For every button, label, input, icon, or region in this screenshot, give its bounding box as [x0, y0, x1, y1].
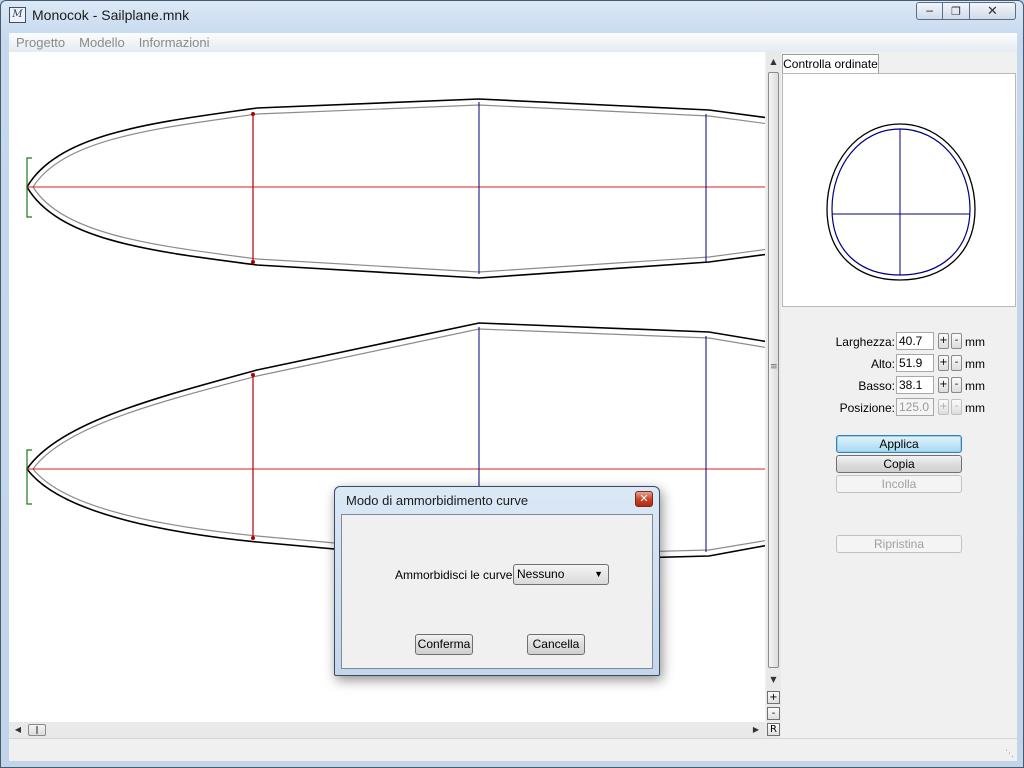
minimize-icon: ─ [926, 4, 933, 18]
menu-modello[interactable]: Modello [72, 35, 132, 50]
tab-controlla-ordinate[interactable]: Controlla ordinate [782, 54, 879, 74]
scroll-grip-icon: ≡ [770, 362, 778, 372]
apply-button[interactable]: Applica [836, 435, 962, 453]
scroll-up-icon[interactable]: ▲ [766, 54, 781, 70]
posizione-increment-button: + [938, 399, 949, 415]
dialog-close-button[interactable]: ✕ [635, 491, 653, 507]
basso-label: Basso: [858, 379, 895, 393]
field-posizione: Posizione: 125.0 + - mm [782, 398, 1017, 418]
caption-buttons: ─ ❐ ✕ [916, 2, 1016, 20]
side-view-former-1-handle-top[interactable] [251, 373, 255, 377]
side-view-nose-marker[interactable] [26, 449, 32, 505]
chevron-down-icon: ▼ [594, 569, 603, 579]
former-outline-inner [831, 128, 971, 276]
menu-informazioni[interactable]: Informazioni [132, 35, 217, 50]
cancel-button[interactable]: Cancella [527, 634, 585, 655]
larghezza-input[interactable]: 40.7 [896, 332, 934, 350]
larghezza-unit: mm [965, 335, 985, 349]
smoothing-dialog: Modo di ammorbidimento curve ✕ Ammorbidi… [334, 486, 660, 676]
scroll-right-icon[interactable]: ▶ [748, 722, 764, 738]
field-larghezza: Larghezza: 40.7 + - mm [782, 332, 1017, 352]
posizione-label: Posizione: [839, 401, 895, 415]
alto-unit: mm [965, 357, 985, 371]
top-view-former-1-handle-bottom[interactable] [251, 260, 255, 264]
title-bar[interactable]: M Monocok - Sailplane.mnk ─ ❐ ✕ [1, 1, 1023, 31]
smoothing-select-value: Nessuno [517, 567, 565, 581]
zoom-in-button[interactable]: + [767, 691, 780, 704]
maximize-icon: ❐ [951, 4, 961, 18]
side-view-former-1-handle-bottom[interactable] [251, 536, 255, 540]
former-panel: Controlla ordinate Larghezza: 40.7 + - m… [782, 52, 1017, 738]
posizione-unit: mm [965, 401, 985, 415]
smoothing-label: Ammorbidisci le curve : [395, 568, 520, 582]
minimize-button[interactable]: ─ [916, 2, 943, 20]
dialog-title: Modo di ammorbidimento curve [346, 493, 529, 508]
dialog-body: Ammorbidisci le curve : Nessuno ▼ Confer… [341, 514, 653, 669]
size-grip-icon[interactable]: ⋱ [1005, 749, 1015, 759]
paste-button: Incolla [836, 475, 962, 493]
alto-decrement-button[interactable]: - [951, 355, 962, 371]
larghezza-label: Larghezza: [835, 335, 895, 349]
field-alto: Alto: 51.9 + - mm [782, 354, 1017, 374]
top-view-outline-outer [26, 98, 765, 279]
maximize-button[interactable]: ❐ [943, 2, 970, 20]
posizione-decrement-button: - [951, 399, 962, 415]
smoothing-select[interactable]: Nessuno ▼ [513, 564, 609, 585]
posizione-input: 125.0 [896, 398, 934, 416]
former-preview [782, 73, 1016, 307]
horizontal-scrollbar[interactable]: ◀ ‖ ▶ [9, 722, 765, 738]
top-view-former-1-handle-top[interactable] [251, 112, 255, 116]
alto-label: Alto: [870, 357, 895, 371]
former-section-drawing [826, 123, 976, 281]
alto-input[interactable]: 51.9 [896, 354, 934, 372]
basso-input[interactable]: 38.1 [896, 376, 934, 394]
vertical-scroll-thumb[interactable]: ≡ [768, 72, 779, 668]
window-title: Monocok - Sailplane.mnk [32, 7, 190, 23]
restore-button: Ripristina [836, 535, 962, 553]
scroll-left-icon[interactable]: ◀ [10, 722, 26, 738]
copy-button[interactable]: Copia [836, 455, 962, 473]
horizontal-scroll-thumb[interactable]: ‖ [28, 724, 46, 736]
close-button[interactable]: ✕ [970, 2, 1016, 20]
zoom-out-button[interactable]: - [767, 707, 780, 720]
basso-unit: mm [965, 379, 985, 393]
close-icon: ✕ [639, 492, 649, 505]
basso-increment-button[interactable]: + [938, 377, 949, 393]
scroll-down-icon[interactable]: ▼ [766, 672, 781, 688]
zoom-reset-button[interactable]: R [767, 723, 780, 736]
confirm-button[interactable]: Conferma [415, 634, 473, 655]
menu-progetto[interactable]: Progetto [9, 35, 72, 50]
status-bar: ⋱ [9, 738, 1017, 761]
top-view [26, 98, 765, 279]
close-icon: ✕ [987, 3, 998, 19]
app-monocok-icon[interactable]: M [9, 7, 26, 23]
larghezza-increment-button[interactable]: + [938, 333, 949, 349]
larghezza-decrement-button[interactable]: - [951, 333, 962, 349]
menu-bar: Progetto Modello Informazioni [9, 33, 1017, 52]
alto-increment-button[interactable]: + [938, 355, 949, 371]
basso-decrement-button[interactable]: - [951, 377, 962, 393]
vertical-scrollbar[interactable]: ▲ ≡ ▼ [766, 52, 781, 738]
field-basso: Basso: 38.1 + - mm [782, 376, 1017, 396]
